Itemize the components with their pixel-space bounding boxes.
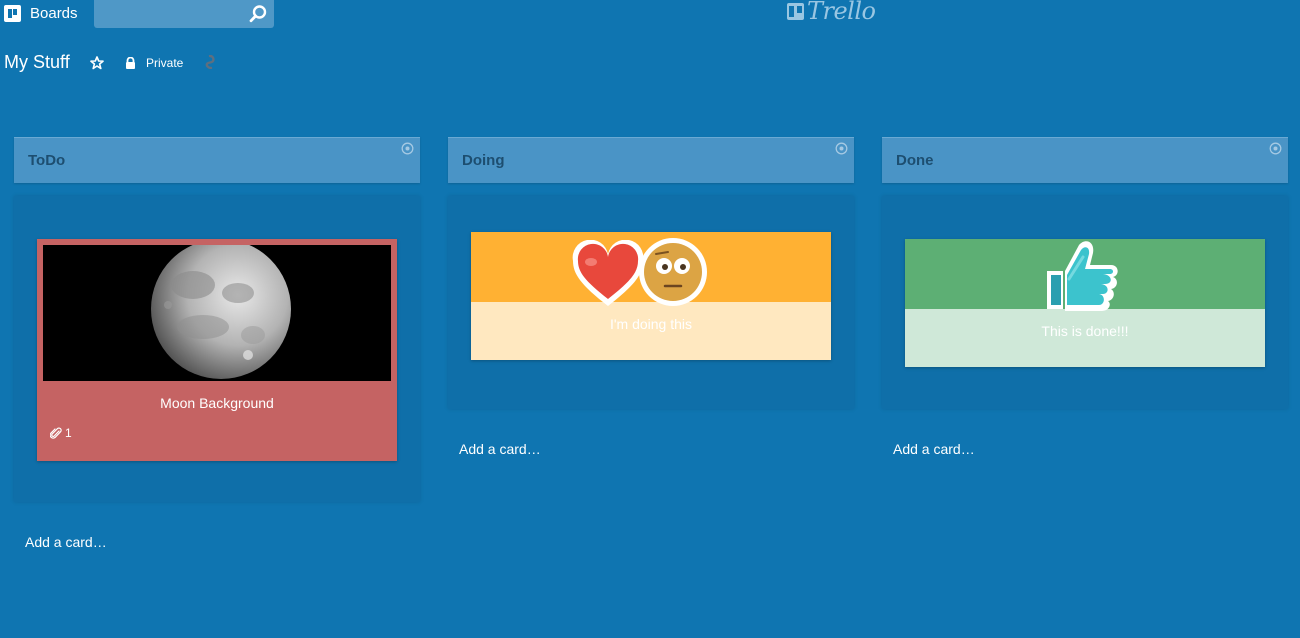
card-done[interactable]: This is done!!!: [905, 239, 1265, 367]
trello-board-page: Boards Trello My Stuff Private ToDo Moon…: [0, 0, 1300, 638]
board-title[interactable]: My Stuff: [4, 52, 70, 73]
star-icon[interactable]: [90, 56, 104, 70]
trello-logo-icon: [787, 2, 804, 20]
boards-icon: [4, 4, 21, 22]
heart-sticker: [572, 240, 644, 306]
trello-logo[interactable]: Trello: [787, 0, 876, 25]
list-title: ToDo: [28, 152, 66, 169]
list-body-doing: I'm doing this: [448, 196, 854, 409]
paperclip-icon: [50, 427, 62, 439]
list-body-done: This is done!!!: [882, 196, 1288, 409]
face-sticker: [639, 238, 707, 306]
card-title: This is done!!!: [1041, 323, 1129, 339]
list-title: Done: [896, 152, 934, 169]
privacy-label: Private: [146, 56, 184, 70]
attachment-count: 1: [65, 426, 72, 440]
privacy-button[interactable]: Private: [125, 56, 183, 70]
list-menu-icon[interactable]: [401, 142, 414, 155]
boards-button[interactable]: Boards: [0, 0, 84, 26]
list-menu-icon[interactable]: [835, 142, 848, 155]
subscribe-icon[interactable]: [204, 55, 216, 69]
card-moon-background[interactable]: Moon Background 1: [37, 239, 397, 461]
card-doing[interactable]: I'm doing this: [471, 232, 831, 360]
add-card-button[interactable]: Add a card…: [893, 441, 975, 457]
search-box: [94, 0, 274, 28]
boards-label: Boards: [30, 4, 78, 22]
list-menu-icon[interactable]: [1269, 142, 1282, 155]
list-body-todo: Moon Background 1: [14, 196, 420, 502]
attachment-badge: 1: [50, 426, 72, 440]
list-header-doing[interactable]: Doing: [448, 137, 854, 183]
trello-logo-text: Trello: [807, 0, 876, 25]
search-input[interactable]: [94, 0, 274, 28]
list-header-todo[interactable]: ToDo: [14, 137, 420, 183]
card-title: I'm doing this: [609, 316, 693, 332]
list-title: Doing: [462, 152, 505, 169]
lock-icon: [126, 57, 135, 69]
list-header-done[interactable]: Done: [882, 137, 1288, 183]
add-card-button[interactable]: Add a card…: [25, 534, 107, 550]
add-card-button[interactable]: Add a card…: [459, 441, 541, 457]
card-title: Moon Background: [160, 395, 274, 411]
moon-cover-image: [43, 245, 391, 381]
thumbs-up-sticker: [1047, 241, 1118, 311]
search-icon[interactable]: [248, 4, 268, 24]
